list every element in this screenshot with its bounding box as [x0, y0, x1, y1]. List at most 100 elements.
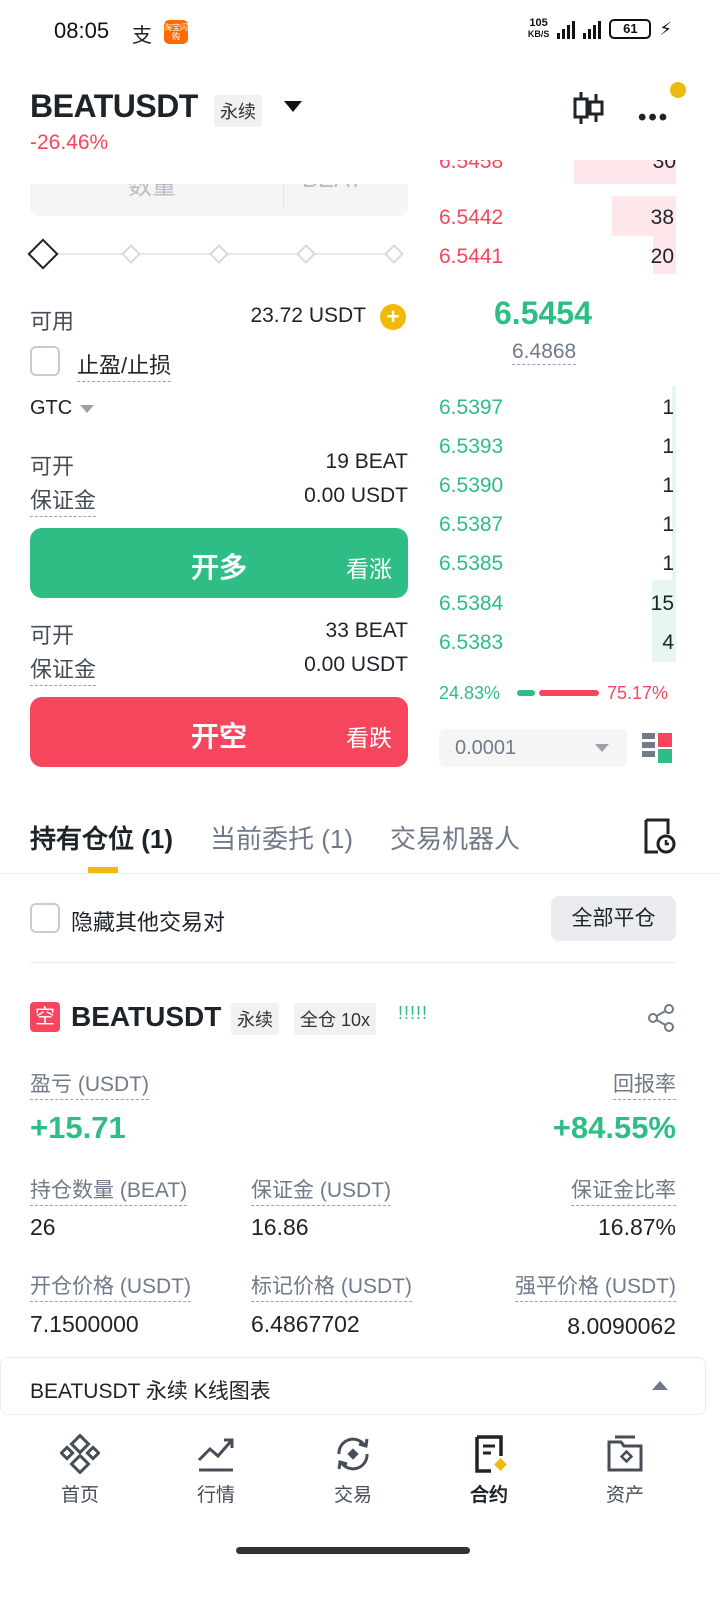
more-icon[interactable]: ••• — [638, 104, 669, 132]
margin-ratio-label[interactable]: 保证金比率 — [571, 1174, 676, 1206]
ask-qty: 20 — [650, 245, 674, 268]
time-in-force-select[interactable]: GTC — [30, 397, 95, 420]
ask-mask — [0, 160, 720, 184]
ask-price[interactable]: 6.5442 — [439, 206, 503, 230]
nav-futures[interactable]: 合约 — [439, 1434, 539, 1507]
available-value: 23.72 USDT — [250, 304, 366, 327]
nav-trade-label: 交易 — [333, 1485, 372, 1506]
network-speed-value: 105 — [529, 17, 548, 29]
position-margin-label[interactable]: 保证金 (USDT) — [251, 1174, 391, 1206]
network-speed-unit: KB/S — [527, 29, 550, 39]
liq-price-label[interactable]: 强平价格 (USDT) — [515, 1270, 676, 1302]
short-open-label: 可开 — [30, 623, 75, 648]
entry-price-value: 7.1500000 — [30, 1311, 139, 1337]
pnl-label[interactable]: 盈亏 (USDT) — [30, 1068, 149, 1100]
amount-slider-handle[interactable] — [27, 238, 59, 270]
adl-indicator: !!!!! — [398, 1003, 429, 1023]
quantity-unit[interactable]: BEAT — [302, 184, 363, 194]
short-side-badge: 空 — [30, 1002, 60, 1032]
tpsl-checkbox[interactable] — [30, 346, 60, 376]
bid-price[interactable]: 6.5384 — [439, 592, 503, 616]
hide-other-pairs-checkbox[interactable] — [30, 903, 60, 933]
roe-value: +84.55% — [552, 1110, 676, 1145]
margin-ratio-value: 16.87% — [597, 1214, 676, 1240]
precision-value: 0.0001 — [455, 737, 517, 759]
open-short-button[interactable]: 开空 看跌 — [30, 697, 408, 767]
nav-assets[interactable]: 资产 — [575, 1434, 675, 1507]
candlestick-icon[interactable] — [572, 90, 604, 126]
ask-price[interactable]: 6.5441 — [439, 245, 503, 269]
slider-mark-100[interactable] — [384, 244, 404, 264]
battery-icon: 61 — [609, 19, 652, 39]
binance-logo-icon — [60, 1434, 100, 1474]
symbol-dropdown-icon[interactable] — [284, 101, 302, 112]
symbol-title[interactable]: BEATUSDT — [30, 88, 198, 125]
nav-markets[interactable]: 行情 — [166, 1434, 266, 1507]
short-open-value: 33 BEAT — [325, 619, 408, 642]
share-icon[interactable] — [646, 1003, 676, 1033]
tpsl-label[interactable]: 止盈/止损 — [77, 348, 172, 382]
bid-price[interactable]: 6.5397 — [439, 396, 503, 420]
bid-price[interactable]: 6.5387 — [439, 513, 503, 537]
home-indicator[interactable] — [236, 1547, 470, 1554]
add-funds-icon[interactable]: + — [380, 304, 406, 330]
long-open-value: 19 BEAT — [325, 450, 408, 473]
slider-mark-75[interactable] — [296, 244, 316, 264]
tab-trading-bots[interactable]: 交易机器人 — [390, 819, 520, 856]
last-price[interactable]: 6.5454 — [494, 295, 592, 332]
position-margin-value: 16.86 — [251, 1214, 309, 1240]
position-perp-tag: 永续 — [231, 1003, 279, 1035]
signal-5g-icon — [557, 19, 576, 39]
position-size-label[interactable]: 持仓数量 (BEAT) — [30, 1174, 188, 1206]
mark-price-label[interactable]: 标记价格 (USDT) — [251, 1270, 412, 1302]
short-margin-label: 保证金 — [30, 652, 97, 686]
network-speed: 105 KB/S — [528, 18, 550, 40]
bid-price[interactable]: 6.5390 — [439, 474, 503, 498]
bid-qty: 1 — [662, 435, 674, 458]
quantity-input[interactable]: 数量 BEAT — [30, 184, 408, 216]
ask-qty: 38 — [650, 206, 674, 229]
long-margin-label: 保证金 — [30, 483, 97, 517]
mark-price-value: 6.4867702 — [251, 1311, 360, 1337]
nav-futures-label: 合约 — [469, 1485, 508, 1506]
bid-qty: 1 — [662, 396, 674, 419]
status-indicators: 105 KB/S 61 ⚡ — [528, 18, 672, 40]
close-all-button[interactable]: 全部平仓 — [551, 896, 676, 941]
perpetual-tag: 永续 — [214, 95, 262, 127]
bid-price[interactable]: 6.5393 — [439, 435, 503, 459]
bid-qty: 1 — [662, 513, 674, 536]
bid-qty: 4 — [662, 631, 674, 654]
open-long-button[interactable]: 开多 看涨 — [30, 528, 408, 598]
signal-5g-2-icon — [583, 19, 602, 39]
hide-other-pairs-label[interactable]: 隐藏其他交易对 — [71, 905, 225, 937]
chart-line-icon — [197, 1438, 234, 1472]
kline-chart-title: BEATUSDT 永续 K线图表 — [30, 1380, 271, 1403]
order-history-icon[interactable] — [640, 818, 676, 854]
tabs-divider — [0, 873, 720, 874]
position-symbol[interactable]: BEATUSDT — [71, 1001, 221, 1033]
position-margin-mode-tag[interactable]: 全仓 10x — [294, 1003, 377, 1035]
sell-ratio-bar — [539, 690, 599, 696]
orderbook-layout-icon[interactable] — [642, 733, 672, 763]
futures-doc-icon — [475, 1435, 507, 1473]
tab-positions[interactable]: 持有仓位 (1) — [30, 819, 173, 856]
buy-ratio-bar — [517, 690, 535, 696]
slider-mark-25[interactable] — [121, 244, 141, 264]
entry-price-label[interactable]: 开仓价格 (USDT) — [30, 1270, 191, 1302]
bid-price[interactable]: 6.5383 — [439, 631, 503, 655]
nav-home[interactable]: 首页 — [30, 1434, 130, 1507]
trade-swap-icon — [337, 1437, 369, 1471]
status-time: 08:05 — [54, 18, 110, 43]
roe-label[interactable]: 回报率 — [613, 1068, 676, 1100]
bid-price[interactable]: 6.5385 — [439, 552, 503, 576]
tab-open-orders[interactable]: 当前委托 (1) — [210, 819, 353, 856]
mark-price[interactable]: 6.4868 — [512, 340, 577, 365]
price-change: -26.46% — [30, 131, 109, 154]
quantity-divider — [283, 184, 284, 208]
nav-assets-label: 资产 — [605, 1485, 644, 1506]
open-short-sub: 看跌 — [346, 725, 392, 751]
chevron-down-icon — [595, 744, 609, 752]
slider-mark-50[interactable] — [209, 244, 229, 264]
nav-trade[interactable]: 交易 — [303, 1434, 403, 1507]
chevron-up-icon[interactable] — [652, 1381, 668, 1390]
